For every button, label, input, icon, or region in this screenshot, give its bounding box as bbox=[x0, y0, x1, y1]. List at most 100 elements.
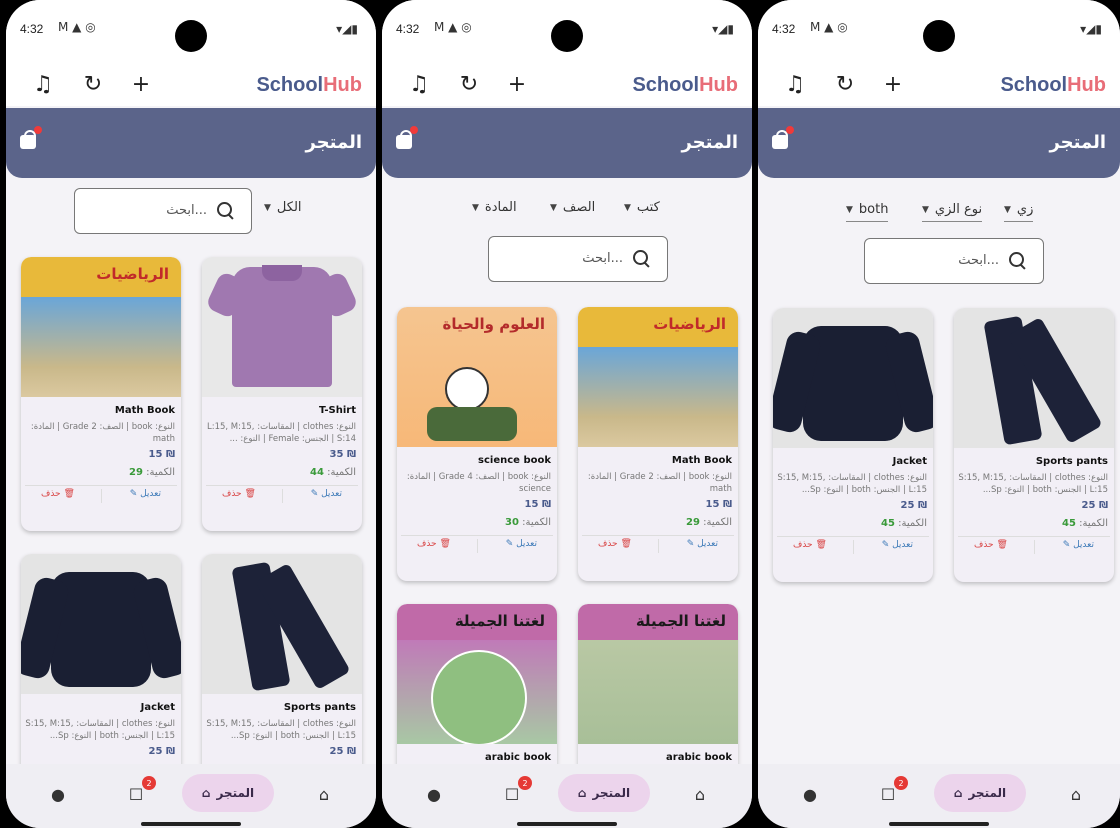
bell-icon[interactable]: ♫ bbox=[780, 69, 810, 99]
search-input[interactable]: ابحث... bbox=[864, 238, 1044, 284]
app-bar: ♫ ↻ + SchoolHub bbox=[382, 64, 752, 106]
delete-button[interactable]: حذف 🗑 bbox=[417, 539, 451, 549]
chevron-down-icon: ▼ bbox=[1004, 204, 1011, 215]
book-cover-title: لغتنا الجميلة bbox=[454, 612, 545, 630]
profile-icon[interactable]: ● bbox=[422, 782, 446, 806]
book-cover-title: لغتنا الجميلة bbox=[635, 612, 726, 630]
camera-cutout bbox=[923, 20, 955, 52]
product-card[interactable]: Sports pants النوع: clothes | المقاسات: … bbox=[954, 308, 1114, 582]
product-name: Math Book bbox=[671, 455, 732, 466]
category-filter[interactable]: ▼ زي bbox=[1004, 202, 1034, 222]
edit-button[interactable]: ✎ تعديل bbox=[506, 539, 537, 549]
gender-filter[interactable]: ▼ both bbox=[846, 202, 889, 222]
product-name: arabic book bbox=[666, 752, 732, 763]
edit-button[interactable]: ✎ تعديل bbox=[687, 539, 718, 549]
uniform-type-filter[interactable]: ▼ نوع الزي bbox=[922, 202, 983, 222]
product-price: 35 ₪ bbox=[329, 449, 356, 460]
product-meta: النوع: clothes | المقاسات: L:15, M:15, S… bbox=[206, 422, 356, 444]
product-card[interactable]: الرياضيات Math Book النوع: book | الصف: … bbox=[21, 257, 181, 531]
add-icon[interactable]: + bbox=[502, 69, 532, 99]
nav-store-pill[interactable]: ⌂ المتجر bbox=[558, 774, 650, 812]
category-filter[interactable]: ▼ كتب bbox=[624, 200, 660, 215]
product-card[interactable]: العلوم والحياة science book النوع: book … bbox=[397, 307, 557, 581]
add-icon[interactable]: + bbox=[126, 69, 156, 99]
product-card[interactable]: T-Shirt النوع: clothes | المقاسات: L:15,… bbox=[202, 257, 362, 531]
profile-icon[interactable]: ● bbox=[46, 782, 70, 806]
cart-icon[interactable] bbox=[396, 126, 418, 150]
bell-icon[interactable]: ♫ bbox=[404, 69, 434, 99]
chat-icon[interactable]: ☐ 2 bbox=[876, 776, 908, 806]
bell-icon[interactable]: ♫ bbox=[28, 69, 58, 99]
app-bar: ♫ ↻ + SchoolHub bbox=[758, 64, 1120, 106]
home-icon[interactable]: ⌂ bbox=[1064, 782, 1088, 806]
camera-cutout bbox=[551, 20, 583, 52]
subject-filter[interactable]: ▼ المادة bbox=[472, 200, 517, 215]
product-quantity: الكمية: 45 bbox=[1062, 518, 1108, 529]
add-icon[interactable]: + bbox=[878, 69, 908, 99]
phone-screen-uniforms: 4:32 M ▲ ◎ ▾◢▮ ♫ ↻ + SchoolHub المتجر ▼ ز… bbox=[758, 0, 1120, 828]
book-cover-title: العلوم والحياة bbox=[442, 315, 545, 333]
product-name: Jacket bbox=[140, 702, 175, 713]
delete-button[interactable]: حذف 🗑 bbox=[41, 489, 75, 499]
home-icon[interactable]: ⌂ bbox=[312, 782, 336, 806]
product-quantity: الكمية: 45 bbox=[881, 518, 927, 529]
cart-icon[interactable] bbox=[20, 126, 42, 150]
nav-store-pill[interactable]: ⌂ المتجر bbox=[182, 774, 274, 812]
chat-badge: 2 bbox=[894, 776, 908, 790]
product-name: T-Shirt bbox=[319, 405, 356, 416]
product-price: 25 ₪ bbox=[329, 746, 356, 757]
delete-button[interactable]: حذف 🗑 bbox=[974, 540, 1008, 550]
home-indicator bbox=[141, 822, 241, 826]
profile-icon[interactable]: ● bbox=[798, 782, 822, 806]
chat-icon[interactable]: ☐ 2 bbox=[124, 776, 156, 806]
product-name: Math Book bbox=[114, 405, 175, 416]
product-quantity: الكمية: 30 bbox=[505, 517, 551, 528]
chat-badge: 2 bbox=[518, 776, 532, 790]
edit-button[interactable]: ✎ تعديل bbox=[1063, 540, 1094, 550]
delete-button[interactable]: حذف 🗑 bbox=[222, 489, 256, 499]
refresh-icon[interactable]: ↻ bbox=[454, 69, 484, 99]
product-image: الرياضيات bbox=[21, 257, 181, 397]
product-card[interactable]: لغتنا الجميلة arabic book bbox=[397, 604, 557, 784]
product-name: Jacket bbox=[892, 456, 927, 467]
chat-badge: 2 bbox=[142, 776, 156, 790]
edit-button[interactable]: ✎ تعديل bbox=[130, 489, 161, 499]
product-card[interactable]: Jacket النوع: clothes | المقاسات: S:15, … bbox=[773, 308, 933, 582]
product-quantity: الكمية: 29 bbox=[686, 517, 732, 528]
product-name: Sports pants bbox=[283, 702, 356, 713]
product-price: 15 ₪ bbox=[148, 449, 175, 460]
delete-button[interactable]: حذف 🗑 bbox=[598, 539, 632, 549]
store-icon: ⌂ bbox=[201, 786, 211, 800]
chevron-down-icon: ▼ bbox=[472, 202, 479, 213]
home-icon[interactable]: ⌂ bbox=[688, 782, 712, 806]
delete-button[interactable]: حذف 🗑 bbox=[793, 540, 827, 550]
product-image: لغتنا الجميلة bbox=[397, 604, 557, 744]
edit-button[interactable]: ✎ تعديل bbox=[882, 540, 913, 550]
grade-filter[interactable]: ▼ الصف bbox=[550, 200, 595, 215]
chevron-down-icon: ▼ bbox=[264, 202, 271, 213]
product-meta: النوع: clothes | المقاسات: S:15, M:15, L… bbox=[777, 473, 927, 495]
phone-screen-books: 4:32 M ▲ ◎ ▾◢▮ ♫ ↻ + SchoolHub المتجر ▼ ك… bbox=[382, 0, 752, 828]
refresh-icon[interactable]: ↻ bbox=[830, 69, 860, 99]
book-cover-title: الرياضيات bbox=[96, 265, 169, 283]
refresh-icon[interactable]: ↻ bbox=[78, 69, 108, 99]
product-card[interactable]: Jacket النوع: clothes | المقاسات: S:15, … bbox=[21, 554, 181, 784]
chevron-down-icon: ▼ bbox=[922, 204, 929, 215]
edit-button[interactable]: ✎ تعديل bbox=[311, 489, 342, 499]
search-input[interactable]: ابحث... bbox=[488, 236, 668, 282]
nav-store-pill[interactable]: ⌂ المتجر bbox=[934, 774, 1026, 812]
chat-icon[interactable]: ☐ 2 bbox=[500, 776, 532, 806]
cart-icon[interactable] bbox=[772, 126, 794, 150]
product-card[interactable]: لغتنا الجميلة arabic book bbox=[578, 604, 738, 784]
status-time: 4:32 bbox=[20, 22, 44, 36]
home-indicator bbox=[517, 822, 617, 826]
category-filter[interactable]: ▼ الكل bbox=[264, 200, 302, 215]
search-icon bbox=[1009, 252, 1027, 270]
status-bar: 4:32 M ▲ ◎ ▾◢▮ bbox=[6, 0, 376, 64]
search-input[interactable]: ابحث... bbox=[74, 188, 252, 234]
product-image bbox=[202, 554, 362, 694]
product-meta: النوع: book | الصف: Grade 4 | المادة: sc… bbox=[406, 472, 551, 494]
product-card[interactable]: Sports pants النوع: clothes | المقاسات: … bbox=[202, 554, 362, 784]
product-image: لغتنا الجميلة bbox=[578, 604, 738, 744]
product-card[interactable]: الرياضيات Math Book النوع: book | الصف: … bbox=[578, 307, 738, 581]
